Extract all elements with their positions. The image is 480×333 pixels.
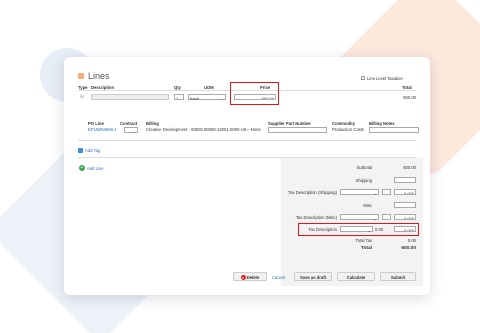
billing-value: Creative Development - 60500.60000-14001…	[146, 127, 261, 132]
commodity-value: Production Costs	[332, 127, 364, 132]
delete-icon: ×	[240, 275, 246, 281]
tag-icon[interactable]	[78, 148, 83, 153]
invoice-lines-card: Lines Line Level Taxation Type Descripti…	[64, 57, 430, 295]
chevron-down-icon: ⌄	[132, 128, 136, 134]
shipping-label: Shipping	[355, 178, 372, 183]
add-tag-link[interactable]: Add Tag	[85, 148, 100, 153]
billing-notes-input[interactable]	[369, 127, 419, 133]
tax-shipping-rate-input[interactable]	[382, 189, 391, 195]
subtotal-value: 600.00	[403, 165, 416, 170]
chevron-down-icon: ⌄	[220, 95, 224, 101]
uom-value: Each	[190, 95, 200, 101]
uom-select[interactable]: Each ⌄	[188, 94, 226, 101]
chevron-down-icon: ⌄	[367, 227, 371, 233]
po-line-link[interactable]: EPU5050966-1	[88, 127, 117, 132]
supplier-part-input[interactable]	[268, 127, 327, 133]
page-title: Lines	[88, 71, 110, 81]
add-line-link[interactable]: Add Line	[87, 166, 104, 171]
description-input[interactable]	[91, 94, 169, 100]
col-po-line: PO Line	[88, 121, 104, 126]
misc-input[interactable]	[394, 202, 416, 208]
item-type-icon: ⊟	[80, 94, 85, 100]
delete-label: Delete	[246, 275, 260, 280]
tax-misc-label: Tax Description (Misc)	[295, 215, 337, 220]
lines-icon	[78, 73, 84, 79]
col-contract: Contract	[120, 121, 138, 126]
tax-misc-select[interactable]: ⌄	[340, 214, 379, 221]
price-input[interactable]: 600.00	[234, 94, 276, 100]
total-tax-label: Total Tax	[355, 238, 372, 243]
col-billing-notes: Billing Notes	[369, 121, 395, 126]
tax-description-label: Tax Description	[308, 227, 337, 232]
total-value: 600.00	[401, 246, 416, 251]
misc-label: Misc	[363, 203, 372, 208]
total-label: Total	[360, 246, 372, 251]
tax-amount-input[interactable]: 0.000	[394, 226, 416, 232]
tax-shipping-amount[interactable]: 0.000	[394, 189, 416, 195]
col-billing: Billing	[146, 121, 159, 126]
tax-description-select[interactable]: ⌄	[340, 226, 373, 233]
line-level-taxation-label: Line Level Taxation	[367, 75, 403, 81]
submit-button[interactable]: Submit	[380, 272, 416, 281]
cancel-link[interactable]: Cancel	[272, 275, 285, 280]
save-draft-button[interactable]: Save as draft	[294, 272, 332, 281]
chevron-down-icon: ⌄	[373, 215, 377, 221]
line-total-value: 600.00	[403, 95, 416, 100]
line-level-taxation-checkbox[interactable]	[361, 76, 365, 80]
add-line-icon[interactable]: +	[79, 165, 85, 171]
subtotal-label: Subtotal	[356, 165, 372, 170]
col-commodity: Commodity	[332, 121, 356, 126]
tax-rate-value: 0.00	[375, 227, 384, 232]
tax-misc-amount[interactable]: 0.000	[394, 214, 416, 220]
delete-button[interactable]: × Delete	[233, 272, 267, 281]
po-divider	[78, 140, 416, 141]
qty-input[interactable]: 1	[174, 94, 184, 100]
total-tax-value: 0.00	[407, 238, 416, 243]
col-supplier-part: Supplier Part Number	[268, 121, 312, 126]
chevron-down-icon: ⌄	[373, 190, 377, 196]
calculate-button[interactable]: Calculate	[337, 272, 375, 281]
tax-shipping-label: Tax Description (Shipping)	[288, 190, 337, 195]
tax-shipping-select[interactable]: ⌄	[340, 189, 379, 196]
shipping-input[interactable]	[394, 177, 416, 183]
tax-misc-rate-input[interactable]	[382, 214, 391, 220]
contract-select[interactable]: ⌄	[124, 127, 138, 134]
